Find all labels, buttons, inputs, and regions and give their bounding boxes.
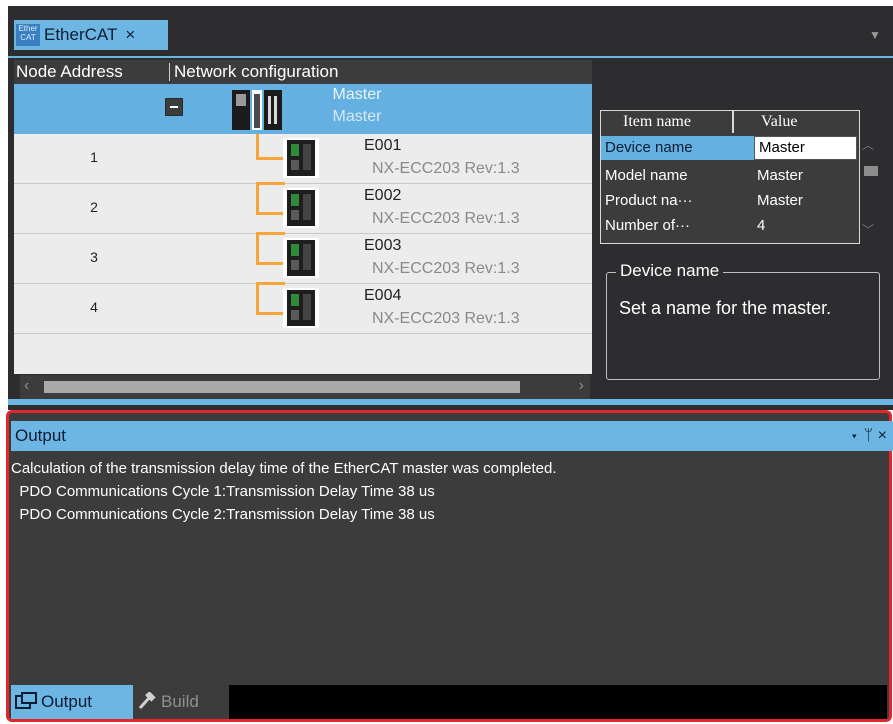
property-row[interactable]: Number of··· 4 [601,214,857,238]
collapse-icon[interactable] [165,98,183,116]
chevron-down-icon[interactable]: ﹀ [862,221,874,238]
property-key: Product na··· [605,192,693,209]
description-box [606,272,880,380]
output-title-bar: Output ▾ ᛘ × [11,421,893,451]
node-model: NX-ECC203 Rev:1.3 [372,260,520,277]
chevron-down-icon[interactable]: ▼ [869,28,881,42]
scroll-thumb[interactable] [44,381,520,393]
master-name: Master [332,86,382,103]
coupler-unit-icon [283,188,319,228]
column-separator[interactable] [732,111,734,133]
output-tab-bar: Output Build [11,685,887,719]
property-key: Number of··· [605,217,691,234]
node-address-header: Node Address [16,62,123,81]
tab-underline [8,56,893,58]
item-name-header: Item name [623,113,691,130]
chevron-right-icon[interactable]: › [579,377,584,395]
node-model: NX-ECC203 Rev:1.3 [372,160,520,177]
hammer-icon [138,691,156,710]
coupler-unit-icon [283,238,319,278]
node-address: 1 [90,149,98,165]
scroll-thumb[interactable] [864,166,878,176]
output-log[interactable]: Calculation of the transmission delay ti… [11,451,887,685]
close-icon[interactable]: × [125,25,135,45]
tab-output[interactable]: Output [11,685,133,719]
log-line: Calculation of the transmission delay ti… [11,460,557,477]
ethercat-connection [256,182,285,215]
property-value: 4 [757,217,766,234]
tab-build[interactable]: Build [133,685,229,719]
property-key: Model name [605,167,688,184]
window-bottom-border [8,399,893,405]
description-text: Set a name for the master. [619,298,832,318]
ethercat-icon: Ether CAT [16,24,40,46]
value-header: Value [761,113,798,130]
node-name: E001 [364,137,402,154]
property-table-header: Item name Value [601,111,859,133]
ethercat-connection [256,282,285,315]
master-controller-icon [230,88,284,132]
close-icon[interactable]: × [878,427,887,444]
coupler-unit-icon [283,288,319,328]
node-name: E004 [364,287,402,304]
coupler-unit-icon [283,138,319,178]
dropdown-icon[interactable]: ▾ [850,427,860,444]
master-model: Master [332,108,382,125]
ethercat-connection [256,134,285,160]
property-key: Device name [605,139,693,156]
property-value: Master [757,192,803,209]
log-line: PDO Communications Cycle 1:Transmission … [11,483,435,500]
output-icon [15,692,37,709]
log-line: PDO Communications Cycle 2:Transmission … [11,506,435,523]
tab-output-label: Output [41,692,93,711]
chevron-up-icon[interactable]: ︿ [862,136,874,153]
node-address: 4 [90,299,98,315]
property-value: Master [757,167,803,184]
device-name-field[interactable]: Master [754,136,857,160]
master-row[interactable] [14,84,592,134]
node-address: 3 [90,249,98,265]
description-title: Device name [616,261,724,281]
network-configuration-header: Network configuration [174,62,339,81]
node-model: NX-ECC203 Rev:1.3 [372,310,520,327]
output-title: Output [15,426,67,445]
tab-ethercat-label: EtherCAT [44,25,118,44]
property-row[interactable]: Product na··· Master [601,189,857,213]
network-header: Node Address Network configuration [14,60,592,84]
node-address: 2 [90,199,98,215]
column-separator[interactable] [169,63,170,81]
chevron-left-icon[interactable]: ‹ [24,377,29,395]
node-model: NX-ECC203 Rev:1.3 [372,210,520,227]
ethercat-connection [256,232,285,265]
pin-icon[interactable]: ᛘ [864,427,874,444]
property-row[interactable]: Model name Master [601,164,857,188]
property-row-device-name[interactable]: Device name [601,136,754,160]
horizontal-scrollbar[interactable]: ‹ › [20,375,590,399]
tab-ethercat[interactable]: Ether CAT EtherCAT × [14,20,168,50]
output-window-buttons: ▾ ᛘ × [850,421,887,451]
tab-build-label: Build [161,692,199,711]
node-name: E002 [364,187,402,204]
node-name: E003 [364,237,402,254]
